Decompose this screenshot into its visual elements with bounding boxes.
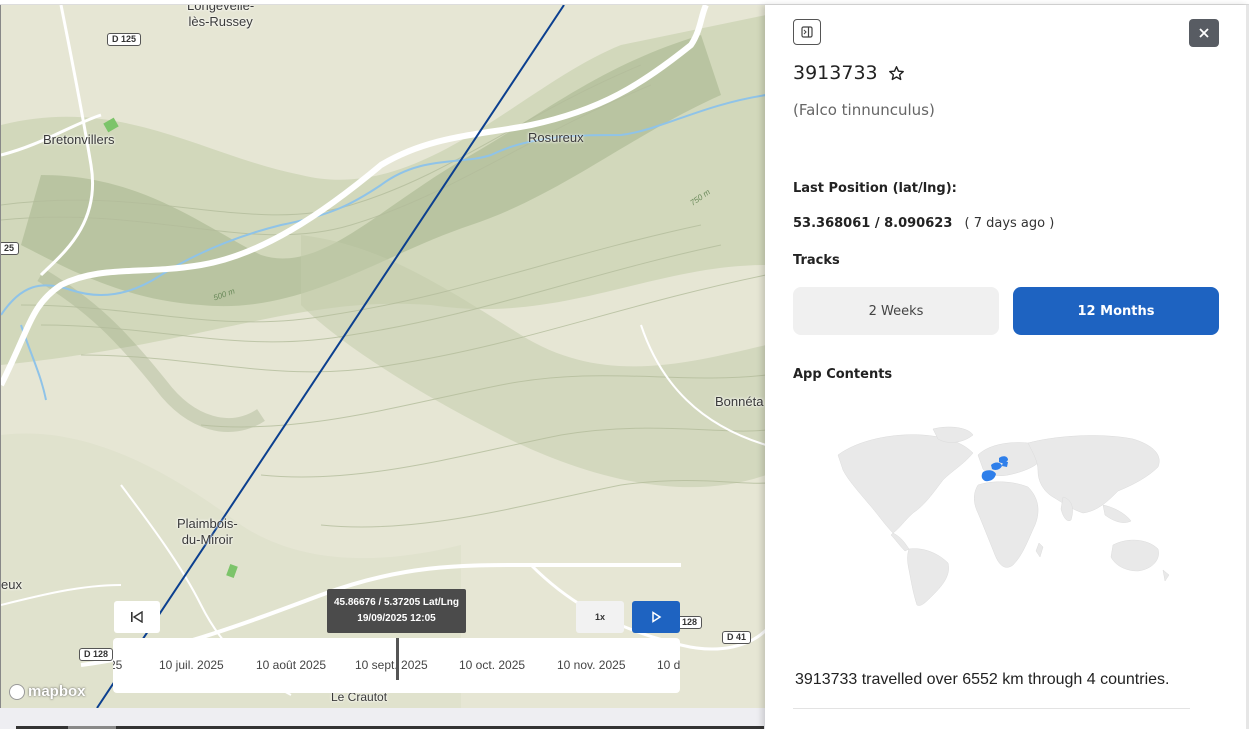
detail-panel: 3913733 (Falco tinnunculus) Last Positio… <box>765 5 1249 729</box>
speed-button[interactable]: 1x <box>576 601 624 633</box>
timeline-tick: 25 <box>113 658 123 672</box>
timeline-scrubber[interactable]: 25 10 juil. 2025 10 août 2025 10 sept. 2… <box>113 638 680 693</box>
last-position-ago: ( 7 days ago ) <box>964 216 1055 231</box>
timeline-tick: 10 août 2025 <box>256 658 327 672</box>
last-position-label: Last Position (lat/lng): <box>793 181 957 196</box>
tracks-12-months-label: 12 Months <box>1077 303 1155 319</box>
road-label-128: 128 <box>677 616 703 629</box>
animal-id: 3913733 <box>793 62 878 84</box>
place-label-plaimbois: Plaimbois- du-Miroir <box>177 516 238 547</box>
tracks-2-weeks-button[interactable]: 2 Weeks <box>793 287 999 335</box>
world-map <box>837 426 1170 606</box>
position-tooltip: 45.86676 / 5.37205 Lat/Lng 19/09/2025 12… <box>327 589 466 633</box>
mapbox-logo-text: mapbox <box>28 683 86 700</box>
close-button[interactable] <box>1189 19 1219 47</box>
place-label-bretonvillers: Bretonvillers <box>43 132 115 147</box>
skip-back-icon <box>131 611 143 623</box>
place-label-longevelle: Longevelle- lès-Russey <box>187 5 255 29</box>
timeline-tick: 10 sept. 2025 <box>355 658 428 672</box>
tracks-2-weeks-label: 2 Weeks <box>868 303 924 319</box>
timeline-tick: 10 d <box>657 658 680 672</box>
tooltip-coords: 45.86676 / 5.37205 Lat/Lng <box>333 597 460 608</box>
species-name: (Falco tinnunculus) <box>793 101 935 119</box>
place-label-bonneta: Bonnéta <box>715 394 764 409</box>
road-label-d128: D 128 <box>79 648 114 661</box>
play-icon <box>652 611 662 623</box>
travel-summary: 3913733 travelled over 6552 km through 4… <box>795 671 1170 688</box>
collapse-panel-button[interactable] <box>793 19 821 45</box>
app-contents-label: App Contents <box>793 367 893 382</box>
tracks-12-months-button[interactable]: 12 Months <box>1013 287 1219 335</box>
timeline-tick: 10 oct. 2025 <box>459 658 526 672</box>
timeline-tick: 10 nov. 2025 <box>557 658 626 672</box>
place-label-rosureux: Rosureux <box>528 130 584 145</box>
tracks-label: Tracks <box>793 253 840 268</box>
mapbox-logo-icon <box>9 683 25 700</box>
sidebar-collapse-icon <box>801 26 813 38</box>
tooltip-datetime: 19/09/2025 12:05 <box>357 613 436 624</box>
horizontal-scrollbar[interactable] <box>0 708 765 729</box>
place-label-eux: eux <box>1 577 22 592</box>
skip-back-button[interactable] <box>114 601 160 633</box>
star-icon[interactable] <box>888 65 905 82</box>
close-icon <box>1199 28 1209 38</box>
play-button[interactable] <box>632 601 680 633</box>
last-position: 53.368061 / 8.090623 ( 7 days ago ) <box>793 216 1054 231</box>
road-label-d41: D 41 <box>722 631 752 644</box>
mapbox-logo[interactable]: mapbox <box>9 683 86 700</box>
road-label-25: 25 <box>1 242 20 255</box>
road-label-d125: D 125 <box>107 33 142 46</box>
animal-title: 3913733 <box>793 62 905 84</box>
panel-divider <box>793 708 1190 709</box>
timeline-tick: 10 juil. 2025 <box>159 658 224 672</box>
timeline-playhead[interactable] <box>396 638 399 680</box>
last-position-value: 53.368061 / 8.090623 <box>793 216 953 231</box>
speed-label: 1x <box>594 612 605 622</box>
